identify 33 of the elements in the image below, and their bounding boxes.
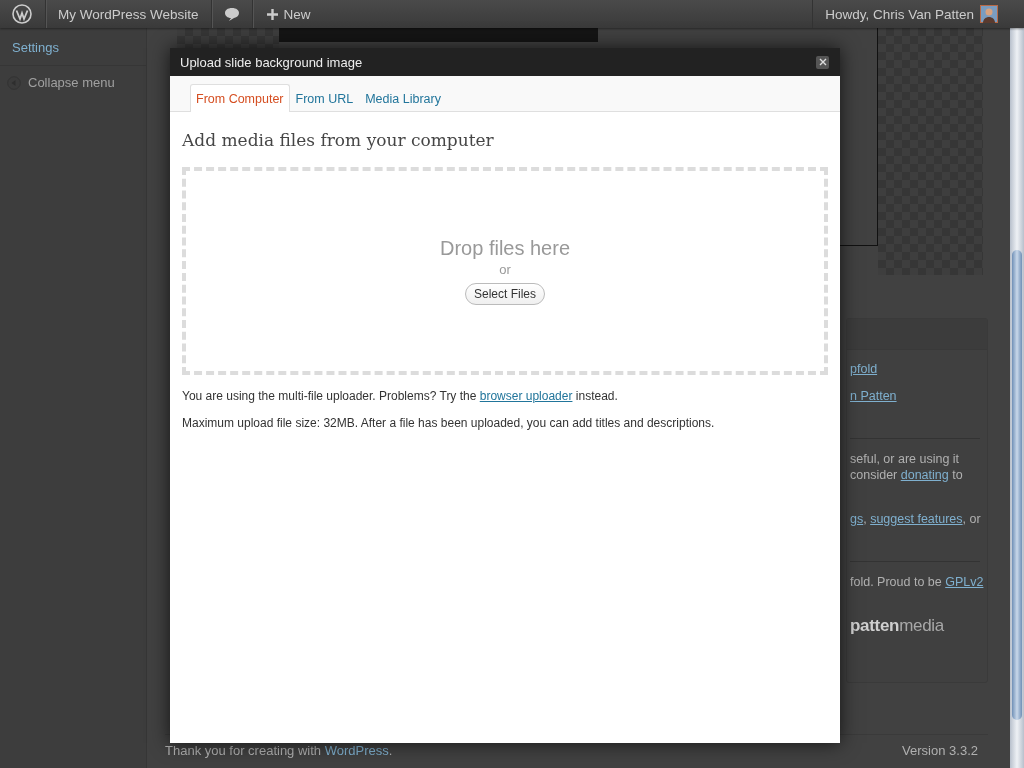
- tab[interactable]: From URL: [289, 84, 360, 112]
- wordpress-link[interactable]: WordPress: [324, 743, 389, 758]
- scrollbar[interactable]: [1010, 28, 1024, 768]
- drop-zone[interactable]: Drop files here or Select Files: [182, 167, 828, 375]
- section-heading: Add media files from your computer: [182, 130, 495, 150]
- tab[interactable]: From Computer: [190, 84, 290, 112]
- or-text: or: [499, 262, 511, 277]
- version-text: Version 3.3.2: [902, 743, 978, 758]
- panel-text: fold. Proud to be GPLv2: [850, 574, 985, 590]
- panel-link[interactable]: donating: [900, 468, 949, 482]
- uploader-note: You are using the multi-file uploader. Problems? Try the browser uploader instead.: [182, 389, 619, 403]
- collapse-menu-button[interactable]: Collapse menu: [0, 66, 146, 99]
- panel-link[interactable]: GPLv2: [945, 575, 984, 589]
- panel-text: seful, or are using it: [850, 451, 961, 467]
- max-size-text: Maximum upload file size: 32MB. After a file has been uploaded, you can add titles and descriptions.: [182, 416, 716, 430]
- close-button[interactable]: [816, 55, 829, 69]
- footer-text: Thank you for creating with WordPress.: [165, 743, 393, 758]
- tab[interactable]: Media Library: [359, 84, 447, 112]
- speech-bubble-icon: [223, 7, 240, 21]
- select-files-button[interactable]: Select Files: [465, 283, 545, 305]
- settings-link[interactable]: Settings: [0, 38, 146, 66]
- panel-link[interactable]: pfold: [850, 362, 878, 376]
- panel-text: gs, suggest features, or: [850, 511, 982, 527]
- panel-link[interactable]: suggest features: [870, 512, 963, 526]
- plus-icon: [266, 8, 278, 20]
- new-link[interactable]: New: [252, 0, 325, 28]
- dialog-title: Upload slide background image: [180, 54, 363, 70]
- logo-text: pattenmedia: [850, 616, 946, 636]
- panel-link[interactable]: n Patten: [850, 389, 897, 403]
- panel-text: consider donating to: [850, 467, 964, 483]
- drop-text: Drop files here: [439, 237, 571, 260]
- avatar-icon: [980, 5, 998, 23]
- browser-uploader-link[interactable]: browser uploader: [479, 389, 573, 403]
